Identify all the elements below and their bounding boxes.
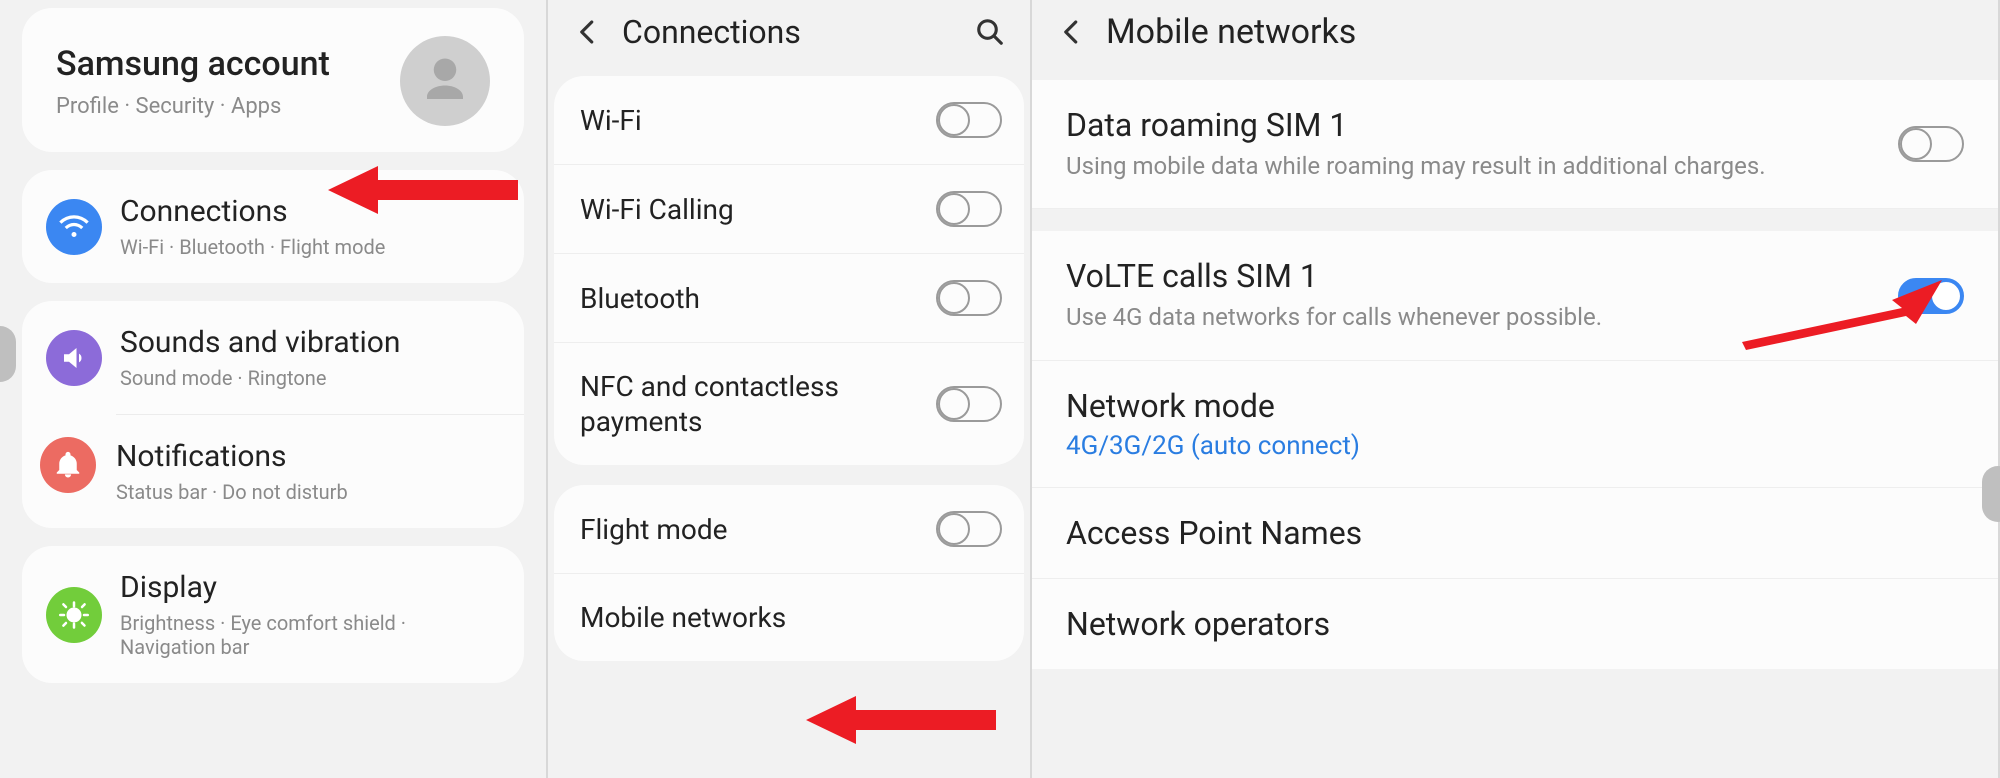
wifi-toggle[interactable] — [936, 102, 1002, 138]
edge-handle — [1982, 466, 2000, 522]
mobile-networks-panel: Mobile networks Data roaming SIM 1 Using… — [1032, 0, 2000, 778]
setting-row-network-mode[interactable]: Network mode 4G/3G/2G (auto connect) — [1032, 361, 1998, 488]
samsung-account-sub: Profile · Security · Apps — [56, 94, 330, 119]
row-value: 4G/3G/2G (auto connect) — [1066, 431, 1944, 461]
connections-group-2: Flight mode Mobile networks — [554, 485, 1024, 661]
row-sub: Status bar · Do not disturb — [116, 480, 348, 504]
settings-row-text: Connections Wi-Fi · Bluetooth · Flight m… — [120, 194, 385, 259]
settings-row-display[interactable]: Display Brightness · Eye comfort shield … — [22, 546, 524, 683]
row-label: NFC and contactless payments — [580, 369, 936, 439]
row-label: Wi-Fi — [580, 103, 654, 138]
sound-icon — [46, 330, 102, 386]
settings-group-sound-notif: Sounds and vibration Sound mode · Ringto… — [22, 301, 524, 528]
settings-row-text: Sounds and vibration Sound mode · Ringto… — [120, 325, 400, 390]
setting-row-data-roaming[interactable]: Data roaming SIM 1 Using mobile data whi… — [1032, 80, 1998, 209]
back-button[interactable] — [564, 8, 612, 56]
row-title: Network operators — [1066, 605, 1944, 643]
setting-row-apn[interactable]: Access Point Names — [1032, 488, 1998, 579]
samsung-account-text: Samsung account Profile · Security · App… — [56, 44, 330, 119]
row-title: Display — [120, 570, 500, 605]
row-sub: Using mobile data while roaming may resu… — [1066, 150, 1878, 182]
row-title: Sounds and vibration — [120, 325, 400, 360]
row-text: Network mode 4G/3G/2G (auto connect) — [1066, 387, 1964, 461]
settings-main-panel: Samsung account Profile · Security · App… — [0, 0, 548, 778]
setting-row-volte[interactable]: VoLTE calls SIM 1 Use 4G data networks f… — [1032, 231, 1998, 360]
setting-row-network-operators[interactable]: Network operators — [1032, 579, 1998, 669]
row-text: VoLTE calls SIM 1 Use 4G data networks f… — [1066, 257, 1898, 333]
notification-icon — [40, 437, 96, 493]
volte-toggle[interactable] — [1898, 278, 1964, 314]
avatar-icon[interactable] — [400, 36, 490, 126]
row-label: Flight mode — [580, 512, 740, 547]
row-title: Notifications — [116, 439, 348, 474]
setting-row-nfc[interactable]: NFC and contactless payments — [554, 343, 1024, 465]
settings-row-notifications[interactable]: Notifications Status bar · Do not distur… — [116, 414, 524, 528]
row-sub: Brightness · Eye comfort shield · Naviga… — [120, 611, 500, 659]
settings-group-connections: Connections Wi-Fi · Bluetooth · Flight m… — [22, 170, 524, 283]
row-sub: Sound mode · Ringtone — [120, 366, 400, 390]
row-title: Data roaming SIM 1 — [1066, 106, 1878, 144]
settings-row-connections[interactable]: Connections Wi-Fi · Bluetooth · Flight m… — [22, 170, 524, 283]
settings-row-text: Notifications Status bar · Do not distur… — [116, 439, 348, 504]
mobile-networks-title: Mobile networks — [1106, 12, 1972, 52]
mobile-networks-header: Mobile networks — [1032, 0, 1998, 80]
row-text: Network operators — [1066, 605, 1964, 643]
row-label: Bluetooth — [580, 281, 712, 316]
setting-row-flight-mode[interactable]: Flight mode — [554, 485, 1024, 574]
search-button[interactable] — [966, 8, 1014, 56]
setting-row-wifi-calling[interactable]: Wi-Fi Calling — [554, 165, 1024, 254]
connections-header: Connections — [548, 0, 1030, 76]
settings-row-text: Display Brightness · Eye comfort shield … — [120, 570, 500, 659]
settings-group-display: Display Brightness · Eye comfort shield … — [22, 546, 524, 683]
row-title: Network mode — [1066, 387, 1944, 425]
annotation-arrow-icon — [806, 690, 996, 750]
connections-panel: Connections Wi-Fi Wi-Fi Calling Bluetoot… — [548, 0, 1032, 778]
setting-row-mobile-networks[interactable]: Mobile networks — [554, 574, 1024, 661]
row-title: VoLTE calls SIM 1 — [1066, 257, 1878, 295]
samsung-account-card[interactable]: Samsung account Profile · Security · App… — [22, 8, 524, 152]
row-text: Data roaming SIM 1 Using mobile data whi… — [1066, 106, 1898, 182]
data-roaming-toggle[interactable] — [1898, 126, 1964, 162]
row-sub: Wi-Fi · Bluetooth · Flight mode — [120, 235, 385, 259]
connections-group-1: Wi-Fi Wi-Fi Calling Bluetooth NFC and co… — [554, 76, 1024, 465]
setting-row-bluetooth[interactable]: Bluetooth — [554, 254, 1024, 343]
section-gap — [1032, 209, 1998, 231]
back-button[interactable] — [1048, 8, 1096, 56]
samsung-account-title: Samsung account — [56, 44, 330, 84]
row-title: Access Point Names — [1066, 514, 1944, 552]
flight-mode-toggle[interactable] — [936, 511, 1002, 547]
row-sub: Use 4G data networks for calls whenever … — [1066, 301, 1878, 333]
settings-row-sounds[interactable]: Sounds and vibration Sound mode · Ringto… — [22, 301, 524, 414]
display-icon — [46, 587, 102, 643]
mobile-networks-list-2: VoLTE calls SIM 1 Use 4G data networks f… — [1032, 231, 1998, 668]
setting-row-wifi[interactable]: Wi-Fi — [554, 76, 1024, 165]
row-title: Connections — [120, 194, 385, 229]
connections-title: Connections — [622, 13, 966, 51]
bluetooth-toggle[interactable] — [936, 280, 1002, 316]
nfc-toggle[interactable] — [936, 386, 1002, 422]
row-text: Access Point Names — [1066, 514, 1964, 552]
row-label: Mobile networks — [580, 600, 798, 635]
edge-handle — [0, 326, 16, 382]
row-label: Wi-Fi Calling — [580, 192, 746, 227]
wifi-icon — [46, 199, 102, 255]
mobile-networks-list: Data roaming SIM 1 Using mobile data whi… — [1032, 80, 1998, 209]
wifi-calling-toggle[interactable] — [936, 191, 1002, 227]
